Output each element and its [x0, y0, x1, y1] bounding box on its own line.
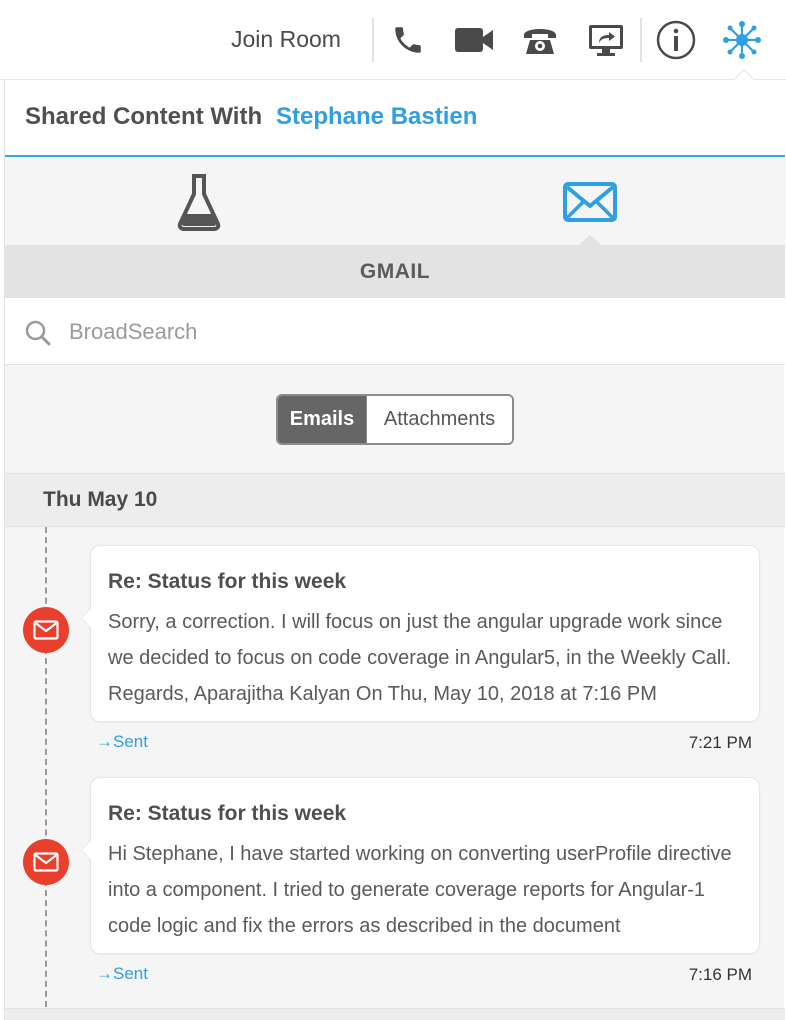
shared-content-panel: Shared Content With Stephane Bastien GMA…	[4, 80, 785, 1020]
list-bottom-divider	[5, 1008, 785, 1020]
email-snippet: Sorry, a correction. I will focus on jus…	[108, 611, 732, 705]
email-direction-label[interactable]: →Sent	[96, 732, 148, 752]
emails-tab-button[interactable]: Emails	[278, 396, 366, 443]
email-direction-label[interactable]: →Sent	[96, 964, 148, 984]
email-subject: Re: Status for this week	[108, 570, 347, 593]
popover-pointer	[733, 69, 755, 80]
shared-content-label: Shared Content With	[25, 103, 263, 130]
source-title-bar: GMAIL	[5, 245, 785, 298]
telephone-icon[interactable]	[519, 18, 561, 62]
top-toolbar: Join Room	[0, 0, 786, 80]
gmail-icon	[23, 839, 69, 885]
search-bar	[5, 298, 785, 365]
source-title: GMAIL	[359, 259, 431, 283]
network-icon[interactable]	[720, 18, 764, 62]
emails-attachments-toggle: Emails Attachments	[276, 394, 514, 445]
toolbar-divider	[372, 18, 374, 62]
email-time: 7:21 PM	[688, 733, 752, 752]
video-camera-icon[interactable]	[452, 18, 496, 62]
search-icon	[25, 320, 51, 351]
tab-mail[interactable]	[530, 159, 650, 245]
email-item[interactable]: Re: Status for this week Hi Stephane, I …	[81, 777, 760, 954]
email-item[interactable]: Re: Status for this week Sorry, a correc…	[81, 545, 760, 722]
screen-share-icon[interactable]	[585, 18, 627, 62]
email-snippet: Hi Stephane, I have started working on c…	[108, 843, 732, 937]
shared-content-header: Shared Content With Stephane Bastien	[5, 80, 785, 157]
join-room-button[interactable]: Join Room	[231, 26, 341, 53]
toolbar-divider	[640, 18, 642, 62]
search-input[interactable]	[69, 312, 759, 352]
tab-selected-pointer	[579, 235, 601, 245]
info-icon[interactable]	[655, 18, 697, 62]
tab-flask[interactable]	[139, 159, 259, 245]
gmail-icon	[23, 607, 69, 653]
email-subject: Re: Status for this week	[108, 802, 347, 825]
app-tabs	[5, 159, 785, 245]
date-group-label: Thu May 10	[43, 488, 158, 511]
date-group-header: Thu May 10	[5, 473, 785, 527]
timeline-line	[45, 527, 47, 1007]
attachments-tab-button[interactable]: Attachments	[366, 396, 512, 443]
email-time: 7:16 PM	[688, 965, 752, 984]
mail-icon	[563, 182, 617, 222]
phone-icon[interactable]	[388, 18, 428, 62]
flask-icon	[177, 174, 221, 231]
shared-contact-name[interactable]: Stephane Bastien	[276, 103, 477, 131]
